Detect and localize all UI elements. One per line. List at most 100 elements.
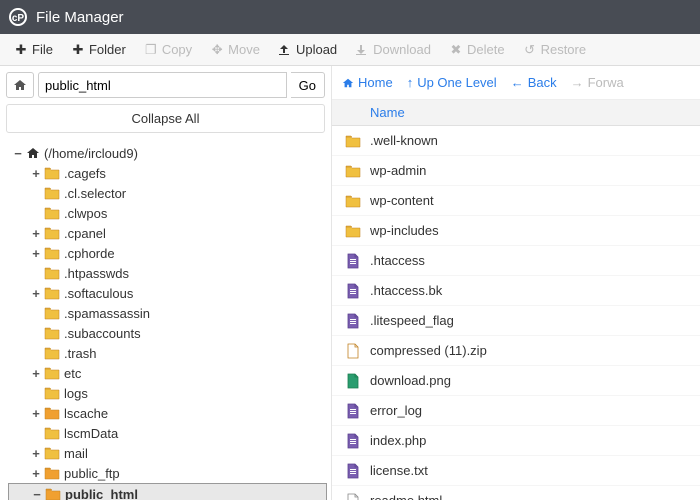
tree-item-label: lscache <box>64 406 108 421</box>
file-name: .htaccess.bk <box>370 283 442 298</box>
file-row[interactable]: .well-known <box>332 126 700 156</box>
file-row[interactable]: .htaccess.bk <box>332 276 700 306</box>
file-row[interactable]: compressed (11).zip <box>332 336 700 366</box>
file-row[interactable]: readme.html <box>332 486 700 500</box>
back-arrow-icon: ← <box>511 75 524 90</box>
tree-item-label: .cphorde <box>64 246 115 261</box>
file-row[interactable]: wp-admin <box>332 156 700 186</box>
folder-icon <box>44 326 60 340</box>
tree-item[interactable]: + .softaculous <box>8 283 327 303</box>
expand-toggle[interactable]: + <box>30 226 42 241</box>
tree-item-label: .clwpos <box>64 206 107 221</box>
file-button[interactable]: ✚File <box>6 38 61 62</box>
app-title: File Manager <box>36 9 124 26</box>
file-row[interactable]: license.txt <box>332 456 700 486</box>
tree-item[interactable]: +public_ftp <box>8 463 327 483</box>
tree-item[interactable]: +mail <box>8 443 327 463</box>
folder-button[interactable]: ✚Folder <box>63 38 134 62</box>
tree-item-label: .cagefs <box>64 166 106 181</box>
folder-icon <box>44 266 60 280</box>
path-input[interactable] <box>38 72 287 98</box>
file-list: .well-knownwp-adminwp-contentwp-includes… <box>332 126 700 500</box>
copy-button: ❐Copy <box>136 38 200 62</box>
tree-item[interactable]: −public_html <box>8 483 327 500</box>
tree-item[interactable]: lscmData <box>8 423 327 443</box>
plus-icon: ✚ <box>14 42 28 58</box>
file-panel: Home ↑Up One Level ←Back →Forwa Name .we… <box>332 66 700 500</box>
tree-item[interactable]: .subaccounts <box>8 323 327 343</box>
expand-toggle[interactable]: + <box>30 166 42 181</box>
folder-icon <box>44 206 60 220</box>
collapse-all-button[interactable]: Collapse All <box>6 104 325 133</box>
folder-tree: − (/home/ircloud9) + .cagefs .cl.selector.… <box>0 139 331 500</box>
file-icon <box>342 373 364 389</box>
collapse-toggle[interactable]: − <box>12 146 24 161</box>
svg-text:cP: cP <box>12 13 25 24</box>
expand-toggle[interactable]: + <box>30 446 42 461</box>
tree-item[interactable]: .trash <box>8 343 327 363</box>
tree-item[interactable]: logs <box>8 383 327 403</box>
cpanel-logo-icon: cP <box>8 7 28 27</box>
home-button[interactable] <box>6 72 34 98</box>
folder-icon <box>45 487 61 500</box>
folder-icon <box>44 226 60 240</box>
expand-toggle[interactable]: + <box>30 466 42 481</box>
copy-icon: ❐ <box>144 42 158 58</box>
tree-item[interactable]: + etc <box>8 363 327 383</box>
folder-icon <box>342 134 364 148</box>
file-name: .htaccess <box>370 253 425 268</box>
go-button[interactable]: Go <box>291 72 325 98</box>
file-row[interactable]: .litespeed_flag <box>332 306 700 336</box>
delete-button: ✖Delete <box>441 38 513 62</box>
upload-button[interactable]: Upload <box>270 38 345 61</box>
tree-item[interactable]: .cl.selector <box>8 183 327 203</box>
forward-arrow-icon: → <box>571 75 584 90</box>
tree-item-label: .softaculous <box>64 286 133 301</box>
restore-button: ↺Restore <box>515 38 595 62</box>
tree-item[interactable]: .clwpos <box>8 203 327 223</box>
folder-icon <box>342 164 364 178</box>
expand-toggle[interactable]: − <box>31 487 43 500</box>
tree-panel: Go Collapse All − (/home/ircloud9) + .cag… <box>0 66 332 500</box>
expand-toggle[interactable]: + <box>30 246 42 261</box>
upload-icon <box>278 44 292 56</box>
tree-item-label: logs <box>64 386 88 401</box>
file-icon <box>342 493 364 500</box>
folder-icon <box>44 186 60 200</box>
file-row[interactable]: error_log <box>332 396 700 426</box>
expand-toggle[interactable]: + <box>30 366 42 381</box>
file-icon <box>342 463 364 479</box>
file-row[interactable]: wp-includes <box>332 216 700 246</box>
file-row[interactable]: download.png <box>332 366 700 396</box>
file-row[interactable]: .htaccess <box>332 246 700 276</box>
nav-home[interactable]: Home <box>342 75 393 90</box>
tree-item[interactable]: .htpasswds <box>8 263 327 283</box>
tree-item-label: .cl.selector <box>64 186 126 201</box>
tree-item[interactable]: + lscache <box>8 403 327 423</box>
download-icon <box>355 44 369 56</box>
tree-item[interactable]: .spamassassin <box>8 303 327 323</box>
tree-item[interactable]: + .cagefs <box>8 163 327 183</box>
nav-bar: Home ↑Up One Level ←Back →Forwa <box>332 66 700 100</box>
move-icon: ✥ <box>210 42 224 58</box>
column-header-name[interactable]: Name <box>332 100 700 126</box>
tree-item-label: .spamassassin <box>64 306 150 321</box>
tree-item-label: etc <box>64 366 81 381</box>
tree-item[interactable]: + .cphorde <box>8 243 327 263</box>
file-row[interactable]: wp-content <box>332 186 700 216</box>
folder-icon <box>44 306 60 320</box>
folder-icon <box>44 286 60 300</box>
tree-root[interactable]: − (/home/ircloud9) <box>8 143 327 163</box>
home-icon <box>26 146 40 160</box>
tree-item[interactable]: +.cpanel <box>8 223 327 243</box>
expand-toggle[interactable]: + <box>30 406 42 421</box>
file-icon <box>342 313 364 329</box>
nav-up[interactable]: ↑Up One Level <box>407 75 497 90</box>
tree-item-label: .htpasswds <box>64 266 129 281</box>
file-row[interactable]: index.php <box>332 426 700 456</box>
expand-toggle[interactable]: + <box>30 286 42 301</box>
nav-back[interactable]: ←Back <box>511 75 557 90</box>
file-name: index.php <box>370 433 426 448</box>
tree-item-label: .subaccounts <box>64 326 141 341</box>
file-name: readme.html <box>370 493 442 500</box>
